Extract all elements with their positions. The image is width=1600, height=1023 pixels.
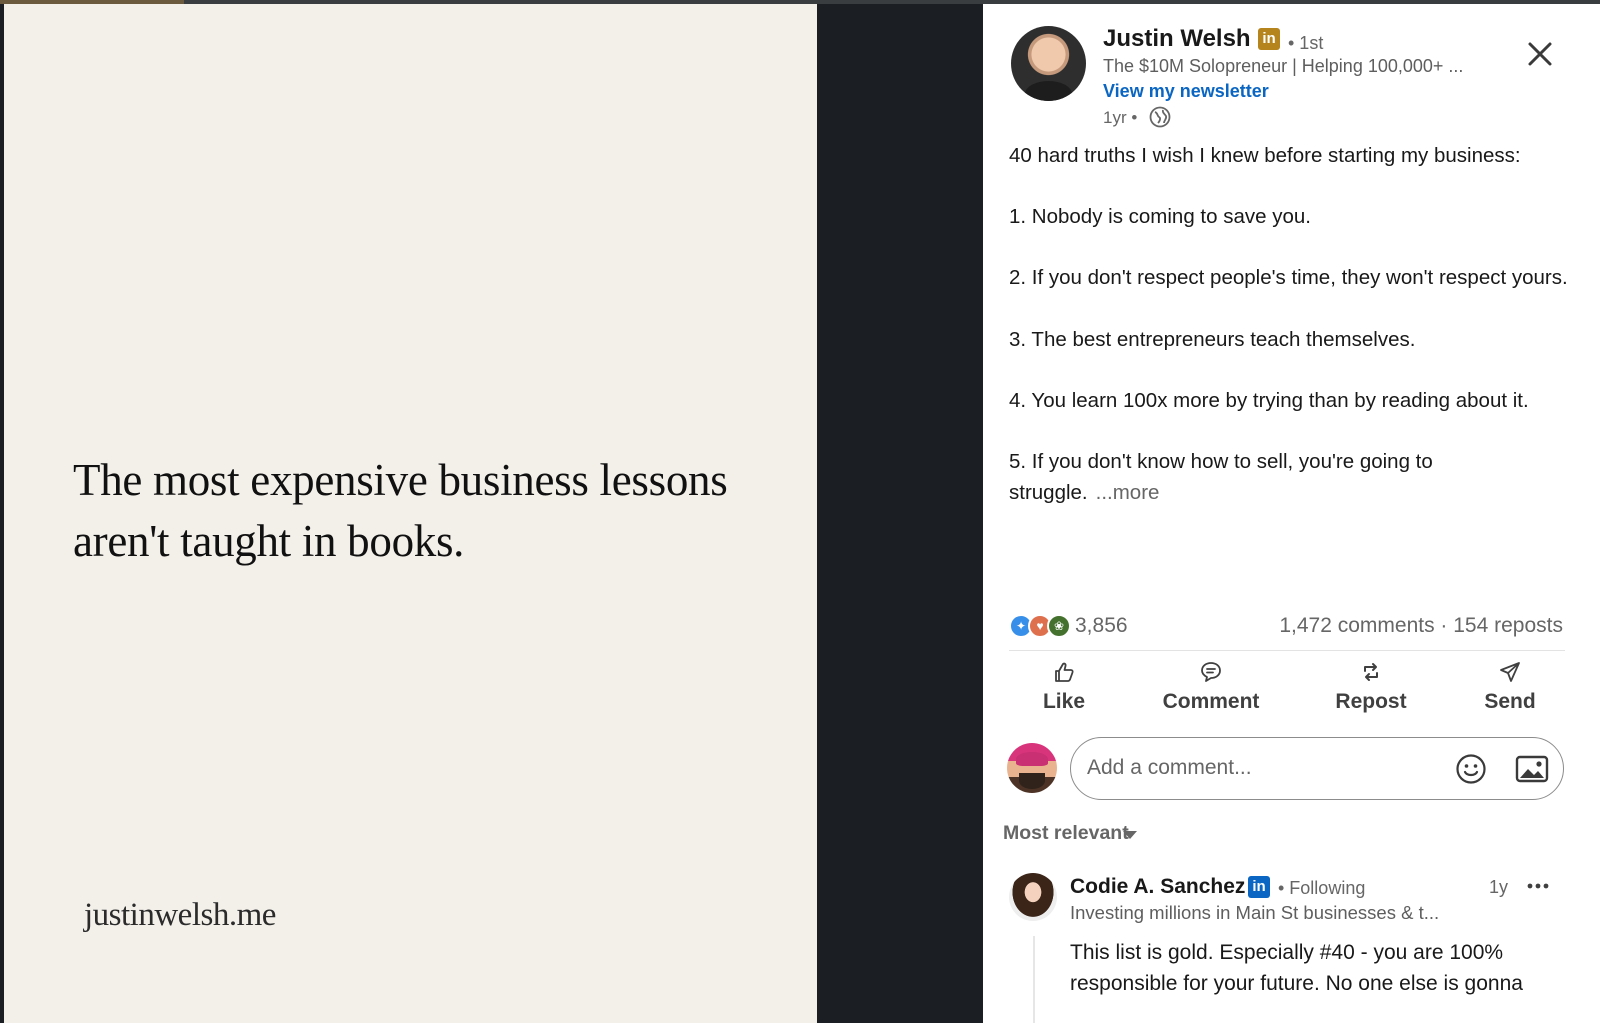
post-list-item: 4. You learn 100x more by trying than by… bbox=[1009, 388, 1529, 412]
commenter-avatar[interactable] bbox=[1009, 873, 1057, 921]
support-icon: ❀ bbox=[1047, 614, 1071, 638]
comment-box[interactable] bbox=[1070, 737, 1564, 800]
reaction-count[interactable]: 3,856 bbox=[1075, 614, 1128, 638]
following-status: • Following bbox=[1278, 878, 1366, 898]
connection-degree: • 1st bbox=[1288, 33, 1324, 53]
post-body: 40 hard truths I wish I knew before star… bbox=[1009, 141, 1574, 508]
comment-button[interactable]: Comment bbox=[1151, 660, 1271, 722]
current-user-avatar[interactable] bbox=[1007, 743, 1057, 793]
linkedin-premium-badge-icon: in bbox=[1258, 28, 1280, 50]
thumbs-up-icon bbox=[1055, 662, 1074, 682]
comment-input[interactable] bbox=[1087, 753, 1437, 783]
comment-label: Comment bbox=[1162, 690, 1260, 713]
more-options-icon[interactable] bbox=[1525, 876, 1551, 896]
social-counts: ✦ ♥ ❀ 3,856 1,472 comments · 154 reposts bbox=[1009, 612, 1569, 640]
post-timestamp: 1yr • bbox=[1103, 108, 1138, 127]
send-label: Send bbox=[1484, 690, 1536, 713]
view-newsletter-link[interactable]: View my newsletter bbox=[1103, 81, 1269, 102]
comment-thread-line bbox=[1033, 936, 1035, 1023]
comment-icon bbox=[1201, 662, 1221, 682]
post-image[interactable]: The most expensive business lessons aren… bbox=[4, 4, 817, 1023]
image-quote-text: The most expensive business lessons aren… bbox=[73, 455, 728, 566]
comment-timestamp: 1y bbox=[1489, 877, 1509, 897]
post-list-item: 1. Nobody is coming to save you. bbox=[1009, 205, 1311, 229]
repost-label: Repost bbox=[1335, 690, 1407, 713]
emoji-icon[interactable] bbox=[1455, 753, 1487, 785]
like-label: Like bbox=[1042, 690, 1086, 713]
comments-reposts-count[interactable]: 1,472 comments · 154 reposts bbox=[1279, 614, 1563, 638]
post-list-item: 2. If you don't respect people's time, t… bbox=[1009, 266, 1568, 290]
post-list-item: 5. If you don't know how to sell, you're… bbox=[1009, 449, 1433, 504]
reaction-icons[interactable]: ✦ ♥ ❀ bbox=[1009, 614, 1073, 638]
author-headline: The $10M Solopreneur | Helping 100,000+ … bbox=[1103, 56, 1464, 76]
repost-icon bbox=[1364, 663, 1378, 681]
photo-icon[interactable] bbox=[1515, 753, 1549, 785]
commenter-headline: Investing millions in Main St businesses… bbox=[1070, 902, 1440, 923]
close-icon[interactable] bbox=[1526, 40, 1554, 68]
globe-icon bbox=[1149, 106, 1171, 128]
send-button[interactable]: Send bbox=[1475, 660, 1545, 722]
divider bbox=[1009, 650, 1565, 651]
post-actions: Like Comment Repost Send bbox=[1009, 660, 1569, 722]
see-more-link[interactable]: ...more bbox=[1096, 481, 1160, 504]
caret-down-icon[interactable] bbox=[1123, 831, 1137, 839]
like-button[interactable]: Like bbox=[1031, 660, 1097, 722]
viewer-backdrop bbox=[817, 4, 983, 1023]
post-list-item: 3. The best entrepreneurs teach themselv… bbox=[1009, 327, 1416, 351]
commenter-name[interactable]: Codie A. Sanchez bbox=[1070, 875, 1245, 899]
send-icon bbox=[1500, 662, 1520, 682]
image-watermark-url: justinwelsh.me bbox=[84, 897, 276, 933]
post-detail-panel: Justin Welsh in • 1st The $10M Soloprene… bbox=[983, 4, 1600, 1023]
repost-button[interactable]: Repost bbox=[1325, 660, 1417, 722]
comment-text: This list is gold. Especially #40 - you … bbox=[1070, 941, 1523, 995]
sort-dropdown[interactable]: Most relevant bbox=[1003, 822, 1129, 845]
author-avatar[interactable] bbox=[1011, 26, 1086, 101]
post-list-item-last: 5. If you don't know how to sell, you're… bbox=[1009, 447, 1574, 508]
post-intro: 40 hard truths I wish I knew before star… bbox=[1009, 144, 1521, 167]
author-name[interactable]: Justin Welsh bbox=[1103, 25, 1251, 53]
linkedin-badge-icon: in bbox=[1248, 876, 1270, 898]
